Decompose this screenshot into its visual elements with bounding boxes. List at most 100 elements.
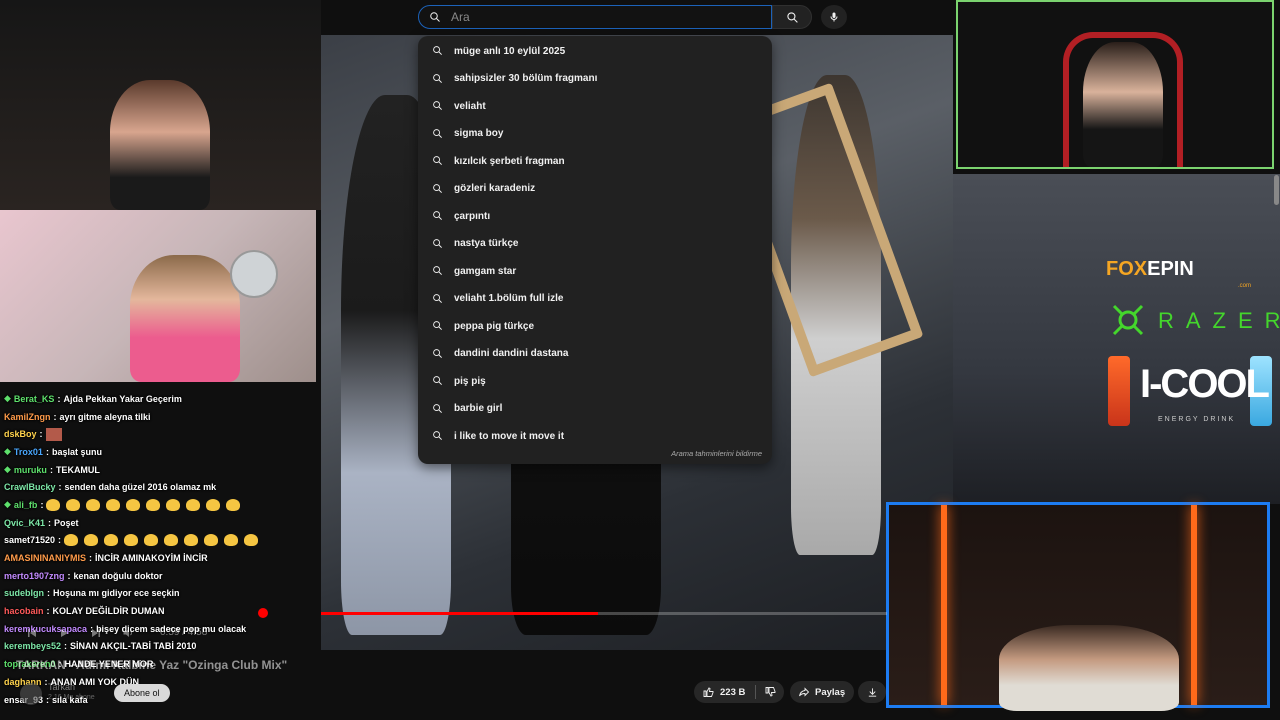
chat-badge-icon: ◆ [4,393,11,404]
dislike-button[interactable] [756,686,777,698]
chat-message: AMASININANIYMIS: İNCİR AMINAKOYİM İNCİR [0,549,321,567]
search-suggestion[interactable]: peppa pig türkçe [418,313,772,341]
search-suggestion[interactable]: sahipsizler 30 bölüm fragmanı [418,65,772,93]
chat-separator: : [58,482,62,493]
search-icon [432,210,444,222]
foxepin-logo: FOXEPIN [1106,258,1194,280]
download-button[interactable] [858,681,886,703]
search-suggestion[interactable]: çarpıntı [418,203,772,231]
chat-message: ◆ ali_fb: [0,496,321,514]
chat-message: Qvic_K41: Poşet [0,514,321,532]
icool-logo: I-COOL [1140,362,1270,406]
duck-emote-icon [166,498,181,511]
like-button[interactable]: 223 B [694,686,745,698]
subscribe-button[interactable]: Abone ol [114,684,170,702]
chat-emotes [64,534,259,547]
search-suggestion[interactable]: piş piş [418,368,772,396]
skip-previous-icon[interactable] [26,626,38,644]
search-suggestion[interactable]: i like to move it move it [418,423,772,451]
duck-emote-icon [204,534,219,547]
chat-text: Poşet [54,517,79,528]
razer-logo: RAZER [1158,308,1280,333]
chat-separator: : [40,499,44,510]
channel-avatar[interactable] [20,683,42,705]
search-suggestion[interactable]: veliaht 1.bölüm full izle [418,285,772,313]
duck-emote-icon [224,534,239,547]
chat-username[interactable]: ali_fb [14,500,38,510]
chat-text: kenan doğulu doktor [73,570,163,581]
progress-scrubber[interactable] [258,608,268,618]
share-button[interactable]: Paylaş [790,681,854,703]
search-icon [432,155,444,167]
chat-separator: : [39,429,43,440]
chat-separator: : [45,446,49,457]
chat-message: ◆ muruku: TEKAMUL [0,461,321,479]
webcam-streamer-3 [956,0,1274,169]
volume-icon[interactable] [122,626,134,644]
chat-username[interactable]: hacobain [4,606,44,616]
report-predictions-link[interactable]: Arama tahminlerini bildirme [671,449,762,458]
microphone-icon [828,11,840,23]
razer-snake-icon [1108,300,1148,345]
search-suggestion-text: kızılcık şerbeti fragman [454,155,565,167]
page-scrollbar[interactable] [1274,175,1279,205]
search-suggestion[interactable]: sigma boy [418,120,772,148]
play-icon[interactable] [58,626,70,644]
search-suggestion[interactable]: veliaht [418,93,772,121]
search-suggestion-text: piş piş [454,375,486,387]
chat-separator: : [53,411,57,422]
search-suggestion-text: peppa pig türkçe [454,320,535,332]
chat-username[interactable]: merto1907zng [4,571,65,581]
search-suggestion-text: barbie girl [454,403,503,415]
search-suggestion-text: veliaht [454,100,486,112]
icool-tagline: ENERGY DRINK [1158,416,1236,423]
webcam-streamer-1 [0,0,321,210]
chat-username[interactable]: CrawlBucky [4,482,56,492]
chat-username[interactable]: KamilZngn [4,412,51,422]
duck-emote-icon [146,498,161,511]
chat-username[interactable]: Qvic_K41 [4,518,45,528]
search-suggestion[interactable]: dandini dandini dastana [418,340,772,368]
channel-name[interactable]: Tarkan [48,682,75,692]
chat-username[interactable]: Trox01 [14,447,43,457]
search-icon [432,348,444,360]
chat-badge-icon: ◆ [4,464,11,475]
search-box[interactable] [418,5,772,29]
foxepin-domain: .com [1238,283,1252,289]
duck-emote-icon [186,498,201,511]
chat-message: hacobain: KOLAY DEĞİLDİR DUMAN [0,602,321,620]
chat-separator: : [57,393,61,404]
search-icon [786,11,799,24]
chat-message: ◆ Berat_KS: Ajda Pekkan Yakar Geçerim [0,390,321,408]
chat-username[interactable]: AMASININANIYMIS [4,553,86,563]
skip-next-icon[interactable] [90,626,102,644]
chat-username[interactable]: samet71520 [4,535,55,545]
search-suggestion[interactable]: barbie girl [418,395,772,423]
chat-message: merto1907zng: kenan doğulu doktor [0,567,321,585]
chat-message: CrawlBucky: senden daha güzel 2016 olamaz… [0,478,321,496]
search-suggestion[interactable]: nastya türkçe [418,230,772,258]
duck-emote-icon [66,498,81,511]
chat-separator: : [67,570,71,581]
duck-emote-icon [104,534,119,547]
chat-text: Ajda Pekkan Yakar Geçerim [63,393,182,404]
subscriber-count: 2,16 Mn abone [48,694,95,701]
search-icon [432,293,444,305]
search-input[interactable] [449,9,753,25]
search-button[interactable] [772,5,812,29]
chat-username[interactable]: muruku [14,465,47,475]
webcam-streamer-2 [0,210,316,382]
chat-username[interactable]: dskBoy [4,429,37,439]
chat-username[interactable]: Berat_KS [14,394,55,404]
search-icon [432,430,444,442]
search-suggestion-text: dandini dandini dastana [454,348,569,360]
chat-message: KamilZngn: ayrı gitme aleyna tilki [0,408,321,426]
voice-search-button[interactable] [821,5,847,29]
video-progress-bar[interactable] [321,612,887,615]
search-suggestion[interactable]: müge anlı 10 eylül 2025 [418,38,772,66]
search-suggestion[interactable]: kızılcık şerbeti fragman [418,148,772,176]
search-suggestion[interactable]: gözleri karadeniz [418,175,772,203]
search-icon [432,73,444,85]
chat-username[interactable]: sudeblgn [4,588,44,598]
search-suggestion[interactable]: gamgam star [418,258,772,286]
